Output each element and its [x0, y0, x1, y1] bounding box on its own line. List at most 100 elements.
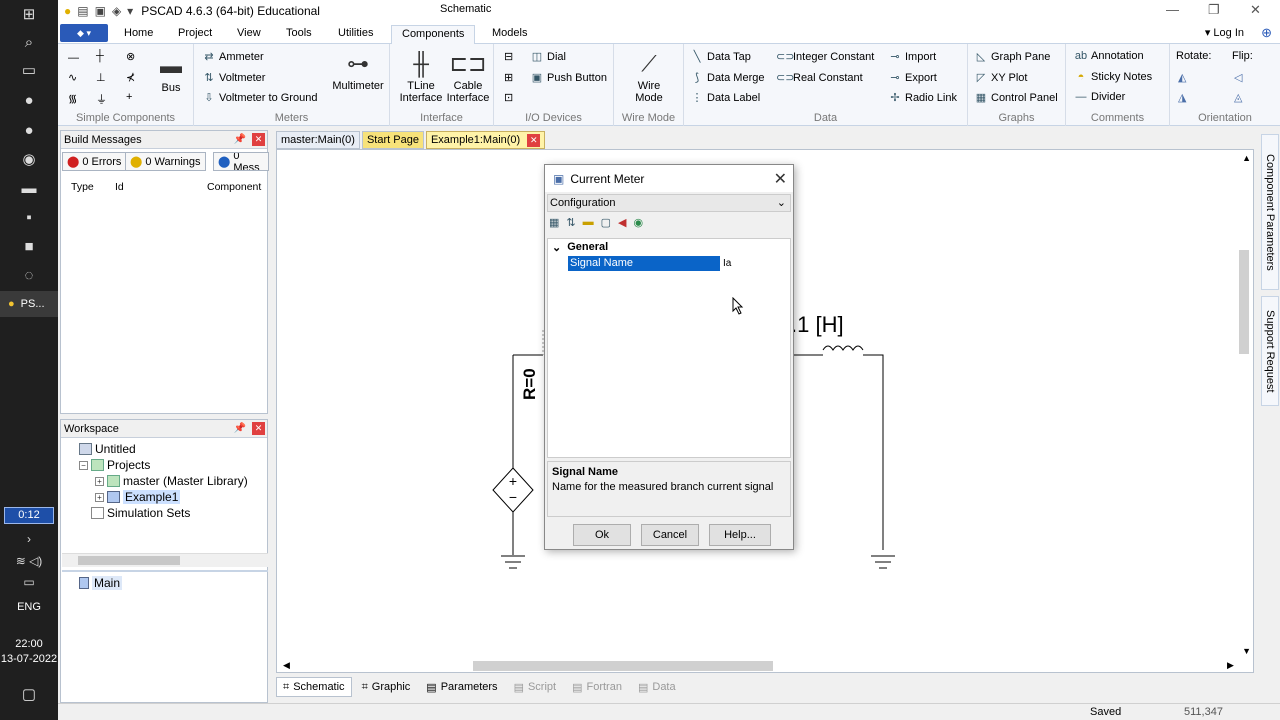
scroll-right-icon[interactable]: ▶: [1227, 660, 1234, 671]
expand-icon[interactable]: +: [95, 476, 104, 486]
plus-icon[interactable]: +: [126, 91, 132, 103]
col-type[interactable]: Type: [71, 181, 94, 193]
chevron-right-icon[interactable]: ›: [14, 527, 44, 551]
push-button-button[interactable]: ▣ Push Button: [530, 71, 607, 85]
login-button[interactable]: ▾ Log In: [1205, 26, 1244, 39]
annotation-button[interactable]: ab Annotation: [1074, 50, 1144, 62]
categorized-icon[interactable]: ▦: [549, 216, 559, 229]
build-icon[interactable]: ◈: [112, 4, 121, 18]
tab-view[interactable]: View: [227, 25, 271, 44]
display-icon[interactable]: ▭: [14, 570, 44, 594]
bus-button[interactable]: ▬ Bus: [156, 50, 186, 94]
tree-main[interactable]: Main: [79, 576, 123, 590]
selector-icon[interactable]: ⊡: [504, 91, 513, 104]
vertical-scrollbar-thumb[interactable]: [1239, 250, 1249, 354]
new-icon[interactable]: ▤: [77, 4, 88, 18]
branch-icon[interactable]: ⊀: [126, 71, 135, 84]
flip-v-icon[interactable]: ◬: [1234, 91, 1242, 104]
sticky-notes-button[interactable]: ◓ Sticky Notes: [1074, 71, 1152, 83]
task-view-icon[interactable]: ▭: [14, 58, 44, 82]
close-icon[interactable]: ✕: [774, 169, 787, 189]
taskbar-pscad-button[interactable]: ● PS...: [0, 291, 58, 317]
help-button[interactable]: Help...: [709, 524, 771, 546]
tline-interface-button[interactable]: ╫ TLine Interface: [396, 48, 446, 104]
close-icon[interactable]: ✕: [252, 422, 265, 435]
data-merge-button[interactable]: ⟆ Data Merge: [690, 71, 765, 85]
rotate-ccw-icon[interactable]: ◮: [1178, 91, 1186, 104]
category-general[interactable]: ⌄ General: [552, 241, 608, 254]
data-label-button[interactable]: ⋮ Data Label: [690, 91, 761, 105]
control-panel-button[interactable]: ▦ Control Panel: [974, 91, 1058, 105]
windows-start-icon[interactable]: ⊞: [14, 2, 44, 26]
graph-pane-button[interactable]: ◺ Graph Pane: [974, 50, 1051, 64]
view-tab-script[interactable]: ▤ Script: [508, 677, 563, 697]
minimize-icon[interactable]: —: [1166, 2, 1179, 17]
real-constant-button[interactable]: ⊂⊃ Real Constant: [776, 71, 863, 85]
wire-h-icon[interactable]: —: [68, 52, 79, 64]
restore-icon[interactable]: ❐: [1208, 2, 1220, 18]
chrome-icon[interactable]: ◉: [14, 147, 44, 171]
expand-icon[interactable]: +: [95, 492, 104, 502]
clock[interactable]: 22:00 13-07-2022: [0, 637, 58, 667]
export-button[interactable]: ⊸ Export: [888, 71, 936, 85]
dial-button[interactable]: ◫ Dial: [530, 50, 566, 64]
language-indicator[interactable]: ENG: [0, 601, 58, 613]
multimeter-button[interactable]: ⊶ Multimeter: [328, 48, 388, 92]
help-icon[interactable]: ⊕: [1261, 25, 1272, 41]
ground-icon[interactable]: ⏚: [96, 91, 107, 107]
doc-tab-start-page[interactable]: Start Page: [361, 131, 424, 149]
app-icon-1[interactable]: ●: [14, 88, 44, 112]
workspace-h-scrollbar[interactable]: [62, 553, 268, 567]
pin-icon[interactable]: 📌: [234, 423, 246, 434]
folder-icon[interactable]: ▬: [583, 216, 594, 229]
xy-plot-button[interactable]: ◸ XY Plot: [974, 71, 1028, 85]
property-signal-value[interactable]: Ia: [723, 256, 789, 271]
terminal-icon[interactable]: ▪: [14, 205, 44, 229]
pin-icon[interactable]: 📌: [234, 134, 246, 145]
tree-master[interactable]: + master (Master Library): [95, 474, 248, 488]
save-icon[interactable]: ▣: [95, 4, 106, 18]
tab-models[interactable]: Models: [482, 25, 537, 44]
category-select[interactable]: Configuration ⌄: [547, 194, 791, 212]
view-tab-schematic[interactable]: ⌗ Schematic: [276, 677, 352, 697]
export-icon[interactable]: ◀: [618, 216, 626, 229]
page-icon[interactable]: ▢: [601, 216, 611, 229]
switch-icon[interactable]: ⊞: [504, 71, 513, 84]
voltmeter-button[interactable]: ⇅ Voltmeter: [202, 71, 265, 85]
app-icon-2[interactable]: ●: [14, 118, 44, 142]
rotate-cw-icon[interactable]: ◭: [1178, 71, 1186, 84]
tab-project[interactable]: Project: [168, 25, 222, 44]
view-tab-graphic[interactable]: ⌗ Graphic: [356, 677, 417, 697]
flip-h-icon[interactable]: ◁: [1234, 71, 1242, 84]
collapse-icon[interactable]: ⌄: [552, 241, 561, 254]
tree-projects[interactable]: − Projects: [79, 458, 150, 472]
messages-filter-button[interactable]: ⬤ 0 Mess: [213, 152, 269, 171]
doc-tab-example1-main[interactable]: Example1:Main(0) ✕: [425, 131, 546, 149]
pscad-logo-icon[interactable]: ●: [64, 4, 71, 18]
resistor-icon[interactable]: ∿: [68, 71, 77, 84]
voltmeter-ground-button[interactable]: ⇩ Voltmeter to Ground: [202, 91, 317, 105]
view-tab-parameters[interactable]: ▤ Parameters: [420, 677, 503, 697]
cable-interface-button[interactable]: ⊏⊐ Cable Interface: [444, 48, 492, 104]
sort-az-icon[interactable]: ⇅: [566, 216, 575, 229]
tab-components[interactable]: Components: [391, 25, 476, 44]
import-button[interactable]: ⊸ Import: [888, 50, 936, 64]
customize-qat-icon[interactable]: ▾: [127, 4, 133, 18]
node-icon[interactable]: ⊗: [126, 50, 135, 63]
col-id[interactable]: Id: [115, 181, 124, 193]
tree-untitled[interactable]: Untitled: [79, 442, 136, 456]
radio-link-button[interactable]: ✢ Radio Link: [888, 91, 957, 105]
cancel-button[interactable]: Cancel: [641, 524, 699, 546]
tab-tools[interactable]: Tools: [276, 25, 322, 44]
col-component[interactable]: Component: [207, 181, 261, 193]
data-tap-button[interactable]: ╲ Data Tap: [690, 50, 751, 64]
wire-mode-button[interactable]: ⟋ Wire Mode: [624, 48, 674, 104]
close-icon[interactable]: ✕: [1250, 2, 1261, 18]
view-tab-fortran[interactable]: ▤ Fortran: [566, 677, 628, 697]
property-signal-name[interactable]: Signal Name: [568, 256, 720, 271]
view-tab-data[interactable]: ▤ Data: [632, 677, 682, 697]
app-icon-3[interactable]: ■: [14, 234, 44, 258]
divider-button[interactable]: — Divider: [1074, 91, 1126, 103]
capacitor-icon[interactable]: ⊥: [96, 71, 106, 84]
side-tab-support-request[interactable]: Support Request: [1261, 296, 1279, 406]
